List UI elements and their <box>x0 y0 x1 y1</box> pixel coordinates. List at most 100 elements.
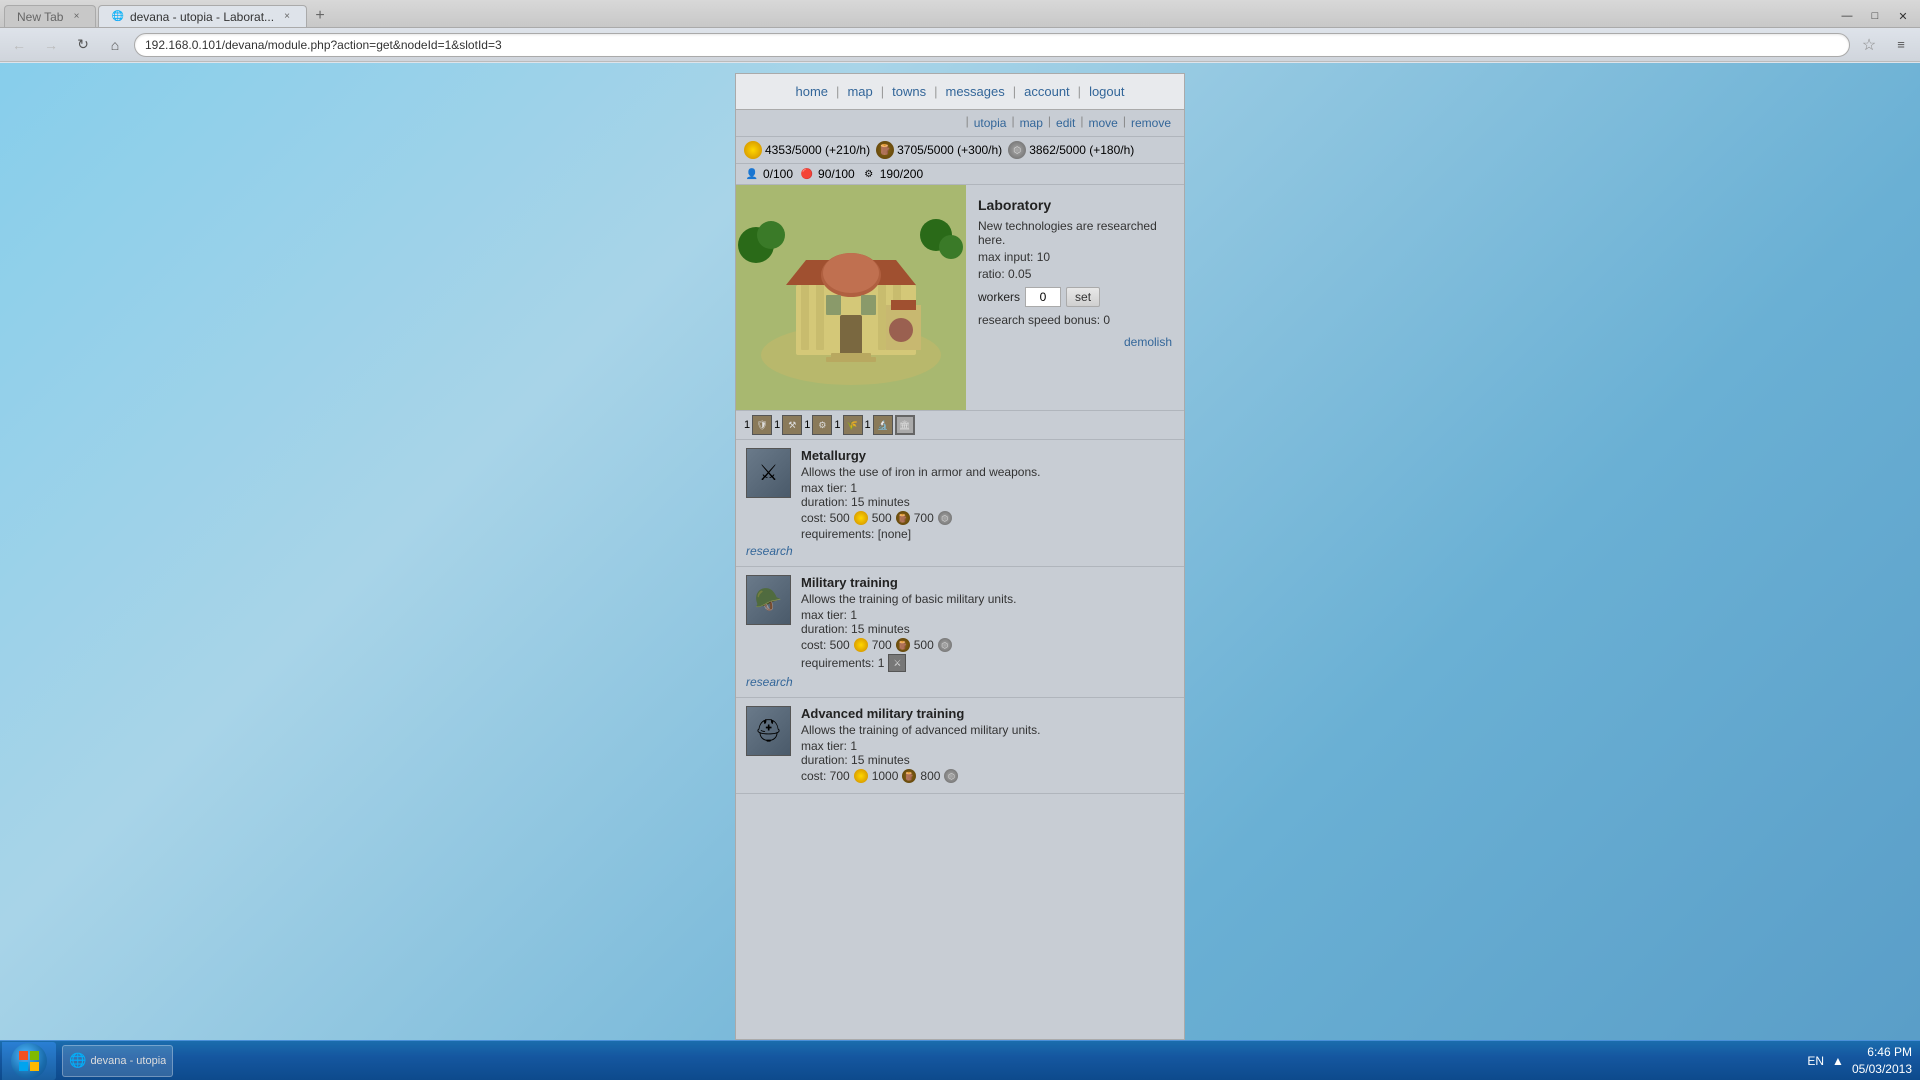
workers-row: workers set <box>978 287 1172 307</box>
research-speed-row: research speed bonus: 0 <box>978 313 1172 327</box>
chrome-toolbar: ← → ↻ ⌂ 192.168.0.101/devana/module.php?… <box>0 28 1920 62</box>
nav-logout[interactable]: logout <box>1083 82 1130 101</box>
metallurgy-duration: duration: 15 minutes <box>801 495 1174 509</box>
slot-num-1: 1 <box>744 419 750 431</box>
nav-sep-4: | <box>1011 82 1018 101</box>
forward-button[interactable]: → <box>38 32 64 58</box>
wood-value: 3705/5000 (+300/h) <box>897 143 1002 157</box>
game-nav: home | map | towns | messages | account … <box>736 74 1184 110</box>
slot-icons-row: 1 🛡 1 ⚒ 1 ⚙ 1 🌾 1 🔬 <box>736 410 1184 440</box>
stat3-icon: ⚙ <box>861 166 877 182</box>
stat2-icon: 🔴 <box>799 166 815 182</box>
nav-home[interactable]: home <box>790 82 835 101</box>
research-item-advanced: ⛑ Advanced military training Allows the … <box>736 698 1184 794</box>
taskbar-date: 05/03/2013 <box>1852 1061 1912 1078</box>
window-controls: — □ ✕ <box>1834 7 1916 25</box>
advanced-duration: duration: 15 minutes <box>801 753 1174 767</box>
building-svg <box>736 185 966 410</box>
maximize-button[interactable]: □ <box>1862 7 1888 25</box>
close-button[interactable]: ✕ <box>1890 7 1916 25</box>
action-utopia[interactable]: utopia <box>969 114 1012 132</box>
slot-6-active[interactable]: 🏛 <box>895 415 915 435</box>
nav-messages[interactable]: messages <box>939 82 1010 101</box>
address-text: 192.168.0.101/devana/module.php?action=g… <box>145 38 502 52</box>
military-research-link[interactable]: research <box>746 675 1174 689</box>
tab-label: New Tab <box>17 10 63 24</box>
bookmark-star-button[interactable]: ☆ <box>1856 32 1882 58</box>
wrench-menu-button[interactable]: ≡ <box>1888 32 1914 58</box>
military-req: requirements: 1 ⚔ <box>801 654 1174 672</box>
action-remove[interactable]: remove <box>1126 114 1176 132</box>
slot-num-3: 1 <box>804 419 810 431</box>
cost-wood-icon: 🪵 <box>896 511 910 525</box>
resource-bar: 4353/5000 (+210/h) 🪵 3705/5000 (+300/h) … <box>736 137 1184 164</box>
military-icon: 🪖 <box>746 575 791 625</box>
metallurgy-research-link[interactable]: research <box>746 544 1174 558</box>
slot-icon-1: 🛡 <box>752 415 772 435</box>
slot-4[interactable]: 🌾 <box>843 415 863 435</box>
home-button[interactable]: ⌂ <box>102 32 128 58</box>
mil-cost-gold-icon <box>854 638 868 652</box>
advanced-icon: ⛑ <box>746 706 791 756</box>
address-bar[interactable]: 192.168.0.101/devana/module.php?action=g… <box>134 33 1850 57</box>
action-edit[interactable]: edit <box>1051 114 1080 132</box>
cost-stone-val: 700 <box>914 511 934 525</box>
taskbar-chrome-btn[interactable]: 🌐 devana - utopia <box>62 1045 173 1077</box>
adv-cost-stone-icon: ⬡ <box>944 769 958 783</box>
slot-5[interactable]: 🔬 <box>873 415 893 435</box>
cost-gold-icon <box>854 511 868 525</box>
workers-input[interactable] <box>1025 287 1061 307</box>
mil-cost-wood-icon: 🪵 <box>896 638 910 652</box>
action-map[interactable]: map <box>1015 114 1048 132</box>
new-tab-button[interactable]: + <box>309 5 331 27</box>
metallurgy-icon: ⚔ <box>746 448 791 498</box>
chrome-icon: 🌐 <box>69 1052 86 1069</box>
advanced-details: Advanced military training Allows the tr… <box>801 706 1174 785</box>
mil-cost-stone-val: 500 <box>914 638 934 652</box>
slot-2[interactable]: ⚒ <box>782 415 802 435</box>
demolish-link[interactable]: demolish <box>978 335 1172 349</box>
adv-cost-wood-val: 1000 <box>872 769 899 783</box>
tab-favicon: 🌐 <box>111 11 123 22</box>
start-button[interactable] <box>2 1042 56 1080</box>
nav-account[interactable]: account <box>1018 82 1076 101</box>
back-button[interactable]: ← <box>6 32 32 58</box>
research-item-military: 🪖 Military training Allows the training … <box>736 567 1184 698</box>
req-icon: ⚔ <box>888 654 906 672</box>
stone-resource: ⬡ 3862/5000 (+180/h) <box>1008 141 1134 159</box>
slot-3[interactable]: ⚙ <box>812 415 832 435</box>
taskbar-arrow-up: ▲ <box>1832 1054 1844 1068</box>
slot-icon-2: ⚒ <box>782 415 802 435</box>
taskbar-chrome-label: devana - utopia <box>90 1055 166 1067</box>
tab-new-tab[interactable]: New Tab × <box>4 5 96 27</box>
gold-value: 4353/5000 (+210/h) <box>765 143 870 157</box>
set-button[interactable]: set <box>1066 287 1100 307</box>
adv-cost-label: cost: 700 <box>801 769 850 783</box>
nav-towns[interactable]: towns <box>886 82 932 101</box>
stat3-value: 190/200 <box>880 167 923 181</box>
metallurgy-name: Metallurgy <box>801 448 1174 463</box>
action-bar: | utopia | map | edit | move | remove <box>736 110 1184 137</box>
tab-devana[interactable]: 🌐 devana - utopia - Laborat... × <box>98 5 307 27</box>
tab-close-new[interactable]: × <box>69 10 83 24</box>
advanced-desc: Allows the training of advanced military… <box>801 723 1174 737</box>
stone-value: 3862/5000 (+180/h) <box>1029 143 1134 157</box>
wood-icon: 🪵 <box>876 141 894 159</box>
taskbar-clock: 6:46 PM 05/03/2013 <box>1852 1044 1912 1078</box>
stat-pop: 👤 0/100 <box>744 166 793 182</box>
nav-sep-5: | <box>1076 82 1083 101</box>
military-details: Military training Allows the training of… <box>801 575 1174 672</box>
metallurgy-req: requirements: [none] <box>801 527 1174 541</box>
slot-num-2: 1 <box>774 419 780 431</box>
action-move[interactable]: move <box>1084 114 1123 132</box>
slot-num-4: 1 <box>834 419 840 431</box>
military-cost: cost: 500 700 🪵 500 ⬡ <box>801 638 1174 652</box>
minimize-button[interactable]: — <box>1834 7 1860 25</box>
adv-cost-gold-icon <box>854 769 868 783</box>
slot-icon-active: 🏛 <box>895 415 915 435</box>
workers-label: workers <box>978 290 1020 304</box>
slot-1[interactable]: 🛡 <box>752 415 772 435</box>
tab-close-devana[interactable]: × <box>280 10 294 24</box>
reload-button[interactable]: ↻ <box>70 32 96 58</box>
nav-map[interactable]: map <box>841 82 878 101</box>
